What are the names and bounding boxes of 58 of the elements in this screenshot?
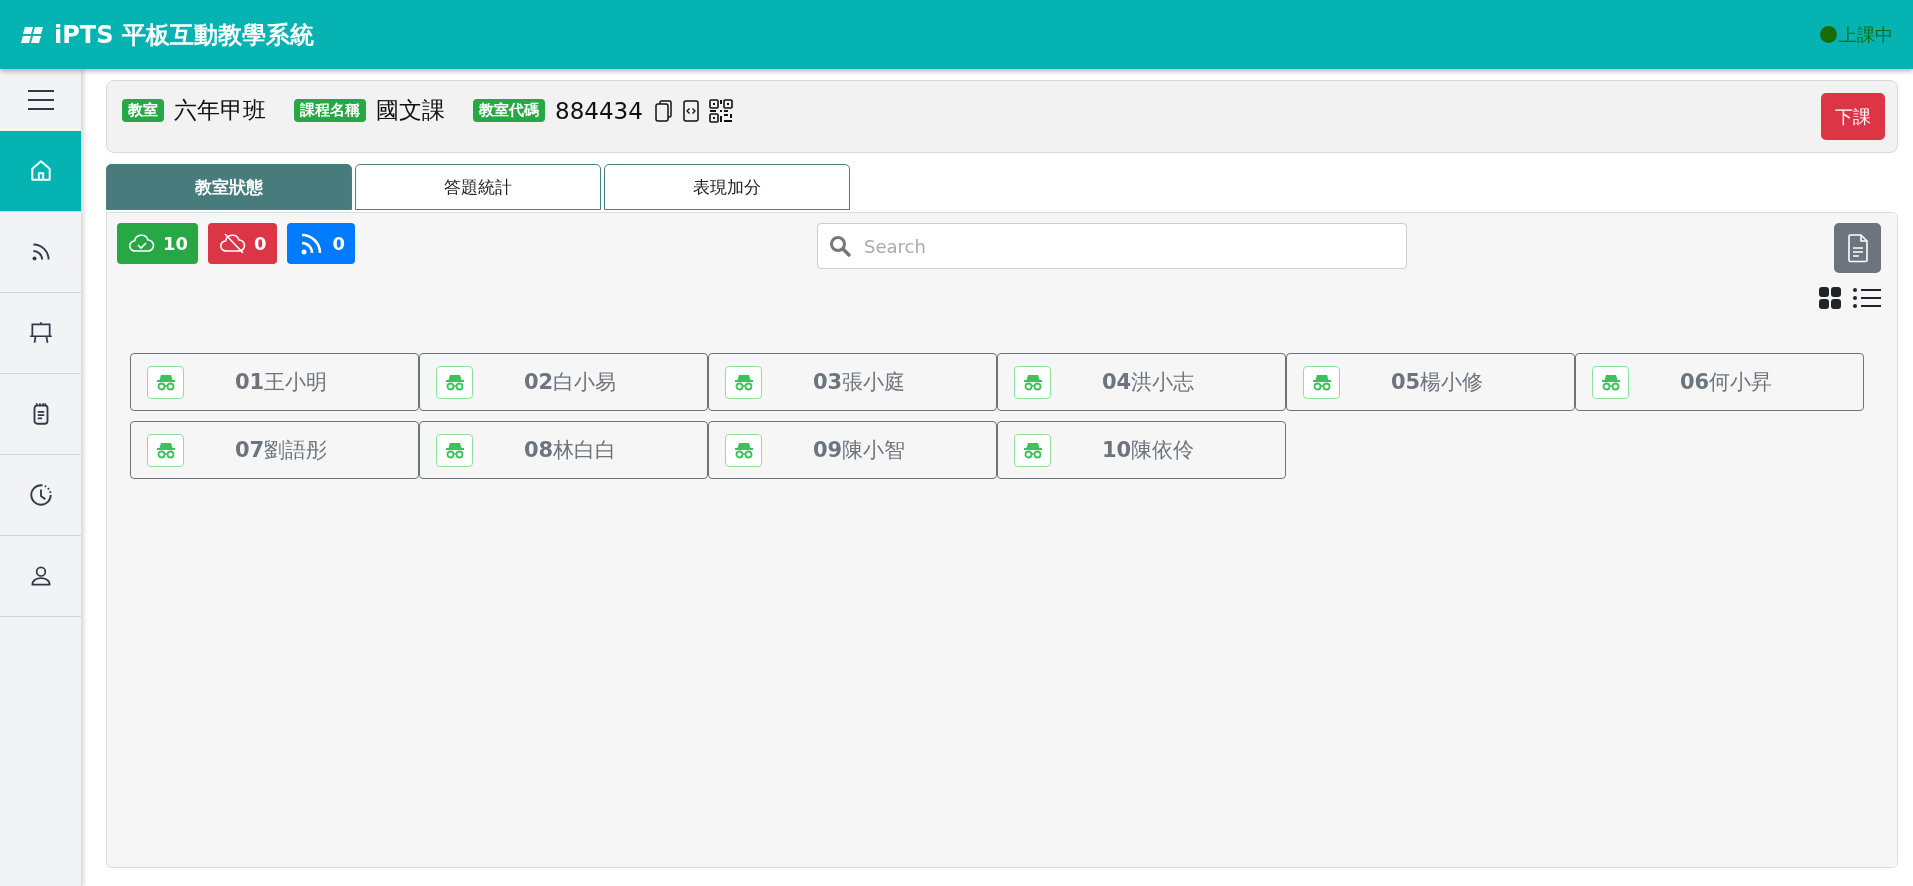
incognito-icon [725, 365, 762, 399]
student-card[interactable]: 07劉語彤 [130, 421, 419, 479]
incognito-icon [1592, 365, 1629, 399]
app-title: iPTS 平板互動教學系統 [54, 19, 314, 51]
cloud-check-count-badge: 10 [117, 223, 199, 264]
rss-count-badge: 0 [286, 223, 356, 264]
student-card[interactable]: 09陳小智 [708, 421, 997, 479]
student-name: 09陳小智 [811, 437, 907, 464]
incognito-icon [725, 433, 762, 467]
list-view-icon[interactable] [1853, 288, 1881, 308]
student-card[interactable]: 10陳依伶 [997, 421, 1286, 479]
incognito-icon [1014, 365, 1051, 399]
logo-icon [20, 25, 44, 44]
class-status: 上課中 [1839, 22, 1893, 47]
student-name: 03張小庭 [811, 369, 907, 396]
field-value: 國文課 [376, 96, 445, 125]
incognito-icon [1014, 433, 1051, 467]
report-button[interactable] [1834, 223, 1881, 273]
student-name: 05楊小修 [1389, 369, 1485, 396]
student-card[interactable]: 04洪小志 [997, 353, 1286, 411]
student-card[interactable]: 02白小易 [419, 353, 708, 411]
student-name: 06何小昇 [1678, 369, 1774, 396]
incognito-icon [1303, 365, 1340, 399]
copy-icon[interactable] [654, 99, 673, 122]
field-label: 課程名稱 [294, 99, 366, 122]
student-name: 08林白白 [522, 437, 618, 464]
student-name: 01王小明 [233, 369, 329, 396]
field-label: 教室 [122, 99, 164, 122]
qr-code-icon[interactable] [708, 98, 733, 123]
tab[interactable]: 表現加分 [604, 164, 850, 210]
field-value: 884434 [555, 97, 643, 124]
clock-icon[interactable] [27, 482, 54, 508]
tab[interactable]: 教室狀態 [106, 164, 352, 210]
tab[interactable]: 答題統計 [355, 164, 601, 210]
grid-view-icon[interactable] [1819, 287, 1841, 309]
code-file-icon[interactable] [682, 99, 699, 122]
field-value: 六年甲班 [174, 96, 266, 125]
status-dot-icon [1820, 26, 1837, 43]
end-class-button[interactable]: 下課 [1821, 93, 1885, 140]
student-name: 02白小易 [522, 369, 618, 396]
document-icon[interactable] [1846, 233, 1869, 263]
field-label: 教室代碼 [473, 99, 545, 122]
incognito-icon [436, 365, 473, 399]
student-name: 04洪小志 [1100, 369, 1196, 396]
student-card[interactable]: 08林白白 [419, 421, 708, 479]
incognito-icon [436, 433, 473, 467]
student-card[interactable]: 03張小庭 [708, 353, 997, 411]
student-card[interactable]: 01王小明 [130, 353, 419, 411]
student-name: 07劉語彤 [233, 437, 329, 464]
menu-icon[interactable] [26, 89, 55, 111]
search-field[interactable]: Search [817, 223, 1407, 269]
incognito-icon [147, 433, 184, 467]
student-card[interactable]: 06何小昇 [1575, 353, 1864, 411]
easel-icon[interactable] [27, 320, 54, 346]
student-name: 10陳依伶 [1100, 437, 1196, 464]
incognito-icon [147, 365, 184, 399]
cloud-off-count-badge: 0 [208, 223, 277, 264]
student-card[interactable]: 05楊小修 [1286, 353, 1575, 411]
